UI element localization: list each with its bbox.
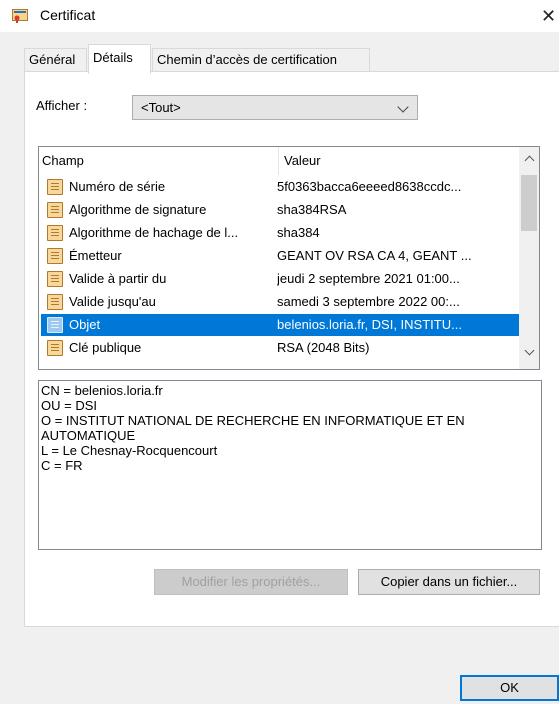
detail-line: OU = DSI — [41, 398, 97, 413]
field-detail-text[interactable]: CN = belenios.loria.fr OU = DSI O = INST… — [38, 380, 542, 550]
certificate-icon — [12, 9, 28, 23]
fields-list[interactable]: Champ Valeur Numéro de série 5f0363bacca… — [38, 146, 540, 370]
list-item[interactable]: Algorithme de hachage de l... sha384 — [41, 222, 519, 244]
detail-line: C = FR — [41, 458, 83, 473]
list-item[interactable]: Émetteur GEANT OV RSA CA 4, GEANT ... — [41, 245, 519, 267]
field-name: Clé publique — [69, 340, 142, 355]
field-value: sha384RSA — [277, 202, 347, 217]
scrollbar-thumb[interactable] — [521, 175, 537, 231]
document-icon — [47, 179, 63, 195]
detail-line: AUTOMATIQUE — [41, 428, 136, 443]
document-icon — [47, 340, 63, 356]
show-select[interactable]: <Tout> — [132, 95, 418, 120]
edit-properties-button[interactable]: Modifier les propriétés... — [154, 569, 348, 595]
field-value: jeudi 2 septembre 2021 01:00... — [277, 271, 460, 286]
list-item[interactable]: Valide jusqu'au samedi 3 septembre 2022 … — [41, 291, 519, 313]
list-item[interactable]: Numéro de série 5f0363bacca6eeeed8638ccd… — [41, 176, 519, 198]
list-item[interactable]: Valide à partir du jeudi 2 septembre 202… — [41, 268, 519, 290]
list-item[interactable]: Clé publique RSA (2048 Bits) — [41, 337, 519, 359]
window-title: Certificat — [40, 7, 96, 23]
tab-general[interactable]: Général — [24, 48, 87, 72]
field-value: samedi 3 septembre 2022 00:... — [277, 294, 460, 309]
close-icon[interactable]: ✕ — [538, 2, 559, 30]
chevron-down-icon[interactable] — [524, 345, 535, 356]
field-value: sha384 — [277, 225, 320, 240]
show-select-value: <Tout> — [141, 100, 181, 115]
list-item[interactable]: Algorithme de signature sha384RSA — [41, 199, 519, 221]
field-name: Émetteur — [69, 248, 122, 263]
field-value: 5f0363bacca6eeeed8638ccdc... — [277, 179, 462, 194]
column-divider[interactable] — [278, 147, 279, 175]
list-item-selected[interactable]: Objet belenios.loria.fr, DSI, INSTITU... — [41, 314, 519, 336]
document-icon — [47, 271, 63, 287]
document-icon — [47, 248, 63, 264]
tab-details[interactable]: Détails — [88, 44, 151, 74]
list-header: Champ Valeur — [39, 147, 519, 175]
field-value: GEANT OV RSA CA 4, GEANT ... — [277, 248, 472, 263]
title-bar: Certificat ✕ — [0, 0, 559, 32]
field-name: Algorithme de hachage de l... — [69, 225, 239, 240]
detail-line: L = Le Chesnay-Rocquencourt — [41, 443, 218, 458]
document-icon — [47, 317, 63, 333]
detail-line: CN = belenios.loria.fr — [41, 383, 163, 398]
field-value: RSA (2048 Bits) — [277, 340, 370, 355]
document-icon — [47, 225, 63, 241]
column-header-field[interactable]: Champ — [42, 153, 84, 168]
column-header-value[interactable]: Valeur — [284, 153, 321, 168]
copy-to-file-button[interactable]: Copier dans un fichier... — [358, 569, 540, 595]
tab-certification-path[interactable]: Chemin d’accès de certification — [152, 48, 370, 72]
document-icon — [47, 202, 63, 218]
ok-button[interactable]: OK — [460, 675, 559, 701]
show-label: Afficher : — [36, 98, 88, 113]
chevron-up-icon[interactable] — [524, 155, 535, 166]
field-name: Numéro de série — [69, 179, 166, 194]
field-name: Objet — [69, 317, 101, 332]
list-scrollbar[interactable] — [519, 147, 539, 369]
field-value: belenios.loria.fr, DSI, INSTITU... — [277, 317, 462, 332]
field-name: Valide à partir du — [69, 271, 167, 286]
field-name: Valide jusqu'au — [69, 294, 156, 309]
detail-line: O = INSTITUT NATIONAL DE RECHERCHE EN IN… — [41, 413, 465, 428]
field-name: Algorithme de signature — [69, 202, 207, 217]
document-icon — [47, 294, 63, 310]
chevron-down-icon — [397, 101, 409, 113]
